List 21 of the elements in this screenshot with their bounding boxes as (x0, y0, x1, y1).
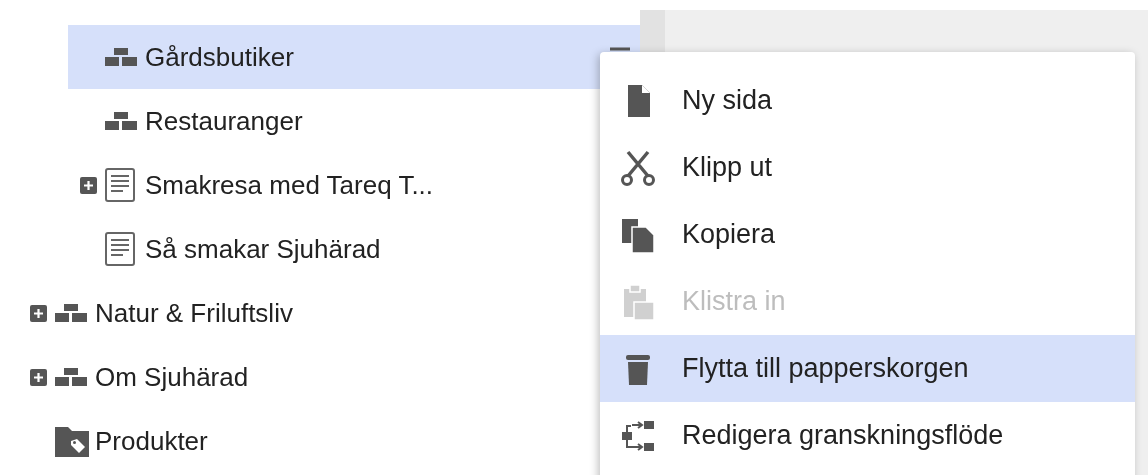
document-icon (105, 232, 135, 266)
tree-item-label: Produkter (95, 425, 209, 457)
tree-item-label: Natur & Friluftsliv (95, 297, 294, 329)
expand-icon[interactable] (80, 176, 97, 194)
tree-item-label: Om Sjuhärad (95, 361, 250, 393)
document-icon (105, 168, 135, 202)
sitemap-icon (105, 48, 137, 66)
menu-item[interactable]: Flytta till papperskorgen (600, 335, 1135, 402)
tree-item-label: Smakresa med Tareq T... (145, 169, 435, 201)
sitemap-icon (55, 304, 87, 322)
expand-icon[interactable] (30, 368, 47, 386)
tree-item[interactable]: Gårdsbutiker (68, 25, 640, 89)
tree-item-label: Så smakar Sjuhärad (145, 233, 382, 265)
expand-icon[interactable] (30, 304, 47, 322)
scissors-icon (620, 149, 656, 186)
sitemap-icon (55, 368, 87, 386)
tree-item-label: Gårdsbutiker (145, 41, 295, 73)
tree-item-label: Restauranger (145, 105, 304, 137)
tagged-folder-icon (55, 425, 89, 457)
sitemap-icon (105, 112, 137, 130)
copy-icon (620, 216, 656, 253)
